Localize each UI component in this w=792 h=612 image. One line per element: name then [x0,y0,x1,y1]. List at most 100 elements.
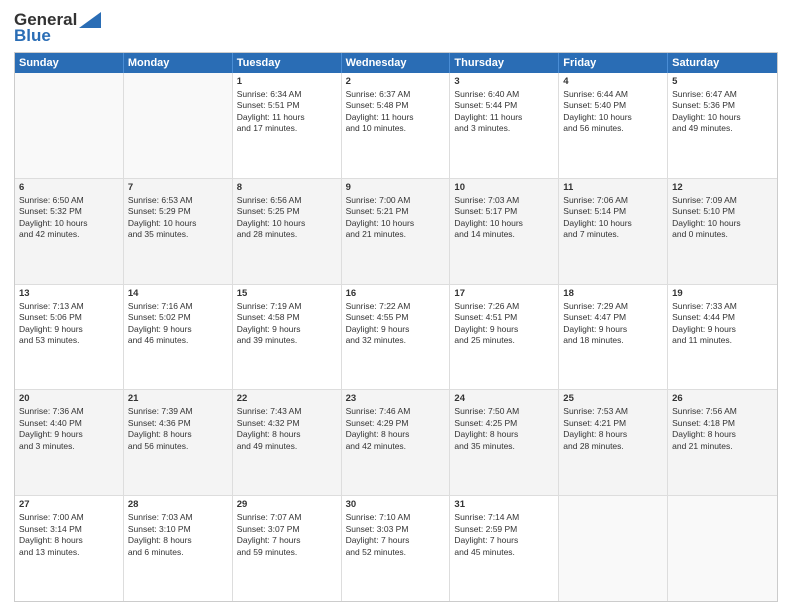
cell-line: Sunset: 4:18 PM [672,418,773,429]
cell-line: Sunset: 4:58 PM [237,312,337,323]
day-number: 16 [346,288,446,299]
day-number: 17 [454,288,554,299]
calendar-cell-r4c6 [668,496,777,601]
calendar-cell-r2c5: 18Sunrise: 7:29 AMSunset: 4:47 PMDayligh… [559,285,668,390]
cell-line: Sunrise: 7:13 AM [19,301,119,312]
day-number: 24 [454,393,554,404]
day-number: 22 [237,393,337,404]
calendar-cell-r1c2: 8Sunrise: 6:56 AMSunset: 5:25 PMDaylight… [233,179,342,284]
logo: General Blue [14,10,101,46]
cell-line: Sunset: 3:03 PM [346,524,446,535]
calendar-cell-r2c4: 17Sunrise: 7:26 AMSunset: 4:51 PMDayligh… [450,285,559,390]
cell-line: Daylight: 7 hours [454,535,554,546]
calendar-cell-r0c5: 4Sunrise: 6:44 AMSunset: 5:40 PMDaylight… [559,73,668,178]
calendar-cell-r4c0: 27Sunrise: 7:00 AMSunset: 3:14 PMDayligh… [15,496,124,601]
calendar-cell-r3c4: 24Sunrise: 7:50 AMSunset: 4:25 PMDayligh… [450,390,559,495]
cell-line: Daylight: 8 hours [346,429,446,440]
cell-line: and 46 minutes. [128,335,228,346]
day-number: 8 [237,182,337,193]
cell-line: Daylight: 10 hours [563,218,663,229]
cell-line: Sunrise: 6:34 AM [237,89,337,100]
cell-line: Sunset: 5:48 PM [346,100,446,111]
calendar-body: 1Sunrise: 6:34 AMSunset: 5:51 PMDaylight… [15,73,777,601]
cell-line: Sunset: 5:25 PM [237,206,337,217]
cell-line: Daylight: 9 hours [19,429,119,440]
cell-line: and 28 minutes. [237,229,337,240]
cell-line: and 14 minutes. [454,229,554,240]
logo-icon [79,12,101,28]
header-cell-tuesday: Tuesday [233,53,342,73]
day-number: 15 [237,288,337,299]
cell-line: Sunrise: 7:56 AM [672,406,773,417]
cell-line: Sunrise: 7:43 AM [237,406,337,417]
day-number: 13 [19,288,119,299]
cell-line: Sunset: 5:21 PM [346,206,446,217]
day-number: 26 [672,393,773,404]
cell-line: Sunset: 4:44 PM [672,312,773,323]
header: General Blue [14,10,778,46]
day-number: 9 [346,182,446,193]
calendar-cell-r3c5: 25Sunrise: 7:53 AMSunset: 4:21 PMDayligh… [559,390,668,495]
cell-line: and 42 minutes. [19,229,119,240]
calendar-cell-r1c0: 6Sunrise: 6:50 AMSunset: 5:32 PMDaylight… [15,179,124,284]
day-number: 29 [237,499,337,510]
day-number: 3 [454,76,554,87]
calendar-cell-r3c1: 21Sunrise: 7:39 AMSunset: 4:36 PMDayligh… [124,390,233,495]
day-number: 10 [454,182,554,193]
header-cell-friday: Friday [559,53,668,73]
calendar-cell-r1c5: 11Sunrise: 7:06 AMSunset: 5:14 PMDayligh… [559,179,668,284]
calendar-cell-r0c2: 1Sunrise: 6:34 AMSunset: 5:51 PMDaylight… [233,73,342,178]
cell-line: and 7 minutes. [563,229,663,240]
cell-line: Daylight: 9 hours [454,324,554,335]
calendar-cell-r1c1: 7Sunrise: 6:53 AMSunset: 5:29 PMDaylight… [124,179,233,284]
cell-line: Sunrise: 7:33 AM [672,301,773,312]
cell-line: Sunrise: 7:46 AM [346,406,446,417]
cell-line: Daylight: 9 hours [237,324,337,335]
cell-line: Sunrise: 7:06 AM [563,195,663,206]
calendar-cell-r2c0: 13Sunrise: 7:13 AMSunset: 5:06 PMDayligh… [15,285,124,390]
cell-line: Sunset: 2:59 PM [454,524,554,535]
cell-line: Sunrise: 6:50 AM [19,195,119,206]
cell-line: Daylight: 8 hours [672,429,773,440]
cell-line: Sunrise: 6:40 AM [454,89,554,100]
cell-line: Sunset: 4:40 PM [19,418,119,429]
header-cell-saturday: Saturday [668,53,777,73]
day-number: 27 [19,499,119,510]
calendar-cell-r3c2: 22Sunrise: 7:43 AMSunset: 4:32 PMDayligh… [233,390,342,495]
cell-line: and 3 minutes. [19,441,119,452]
cell-line: and 13 minutes. [19,547,119,558]
day-number: 14 [128,288,228,299]
cell-line: and 17 minutes. [237,123,337,134]
header-cell-thursday: Thursday [450,53,559,73]
cell-line: Sunrise: 7:53 AM [563,406,663,417]
cell-line: and 18 minutes. [563,335,663,346]
day-number: 5 [672,76,773,87]
cell-line: and 25 minutes. [454,335,554,346]
calendar-row-0: 1Sunrise: 6:34 AMSunset: 5:51 PMDaylight… [15,73,777,178]
cell-line: Daylight: 10 hours [672,112,773,123]
cell-line: Sunset: 4:55 PM [346,312,446,323]
cell-line: and 39 minutes. [237,335,337,346]
cell-line: and 56 minutes. [563,123,663,134]
day-number: 11 [563,182,663,193]
header-cell-sunday: Sunday [15,53,124,73]
day-number: 19 [672,288,773,299]
day-number: 23 [346,393,446,404]
cell-line: Daylight: 9 hours [563,324,663,335]
cell-line: Daylight: 9 hours [346,324,446,335]
calendar-header: SundayMondayTuesdayWednesdayThursdayFrid… [15,53,777,73]
cell-line: Daylight: 10 hours [346,218,446,229]
cell-line: and 11 minutes. [672,335,773,346]
calendar-cell-r0c0 [15,73,124,178]
cell-line: Sunrise: 7:03 AM [454,195,554,206]
cell-line: and 56 minutes. [128,441,228,452]
cell-line: Daylight: 9 hours [128,324,228,335]
cell-line: and 3 minutes. [454,123,554,134]
day-number: 1 [237,76,337,87]
cell-line: Sunrise: 7:00 AM [19,512,119,523]
calendar-cell-r4c4: 31Sunrise: 7:14 AMSunset: 2:59 PMDayligh… [450,496,559,601]
calendar-cell-r0c1 [124,73,233,178]
cell-line: and 52 minutes. [346,547,446,558]
day-number: 6 [19,182,119,193]
calendar-cell-r4c2: 29Sunrise: 7:07 AMSunset: 3:07 PMDayligh… [233,496,342,601]
